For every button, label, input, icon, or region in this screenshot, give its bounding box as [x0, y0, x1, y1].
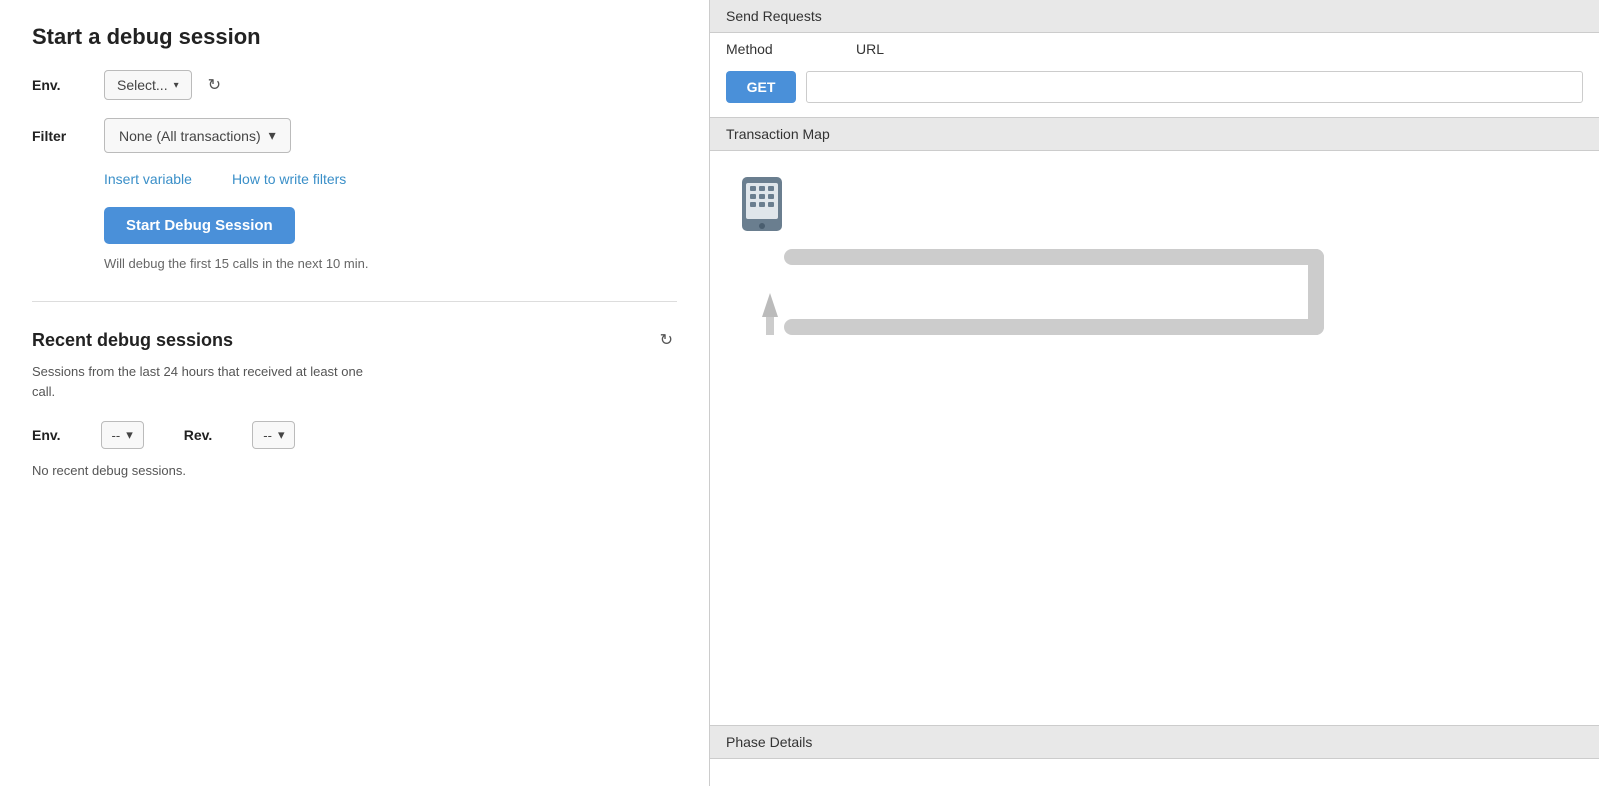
recent-rev-select-label: -- — [263, 428, 272, 443]
how-to-write-filters-link[interactable]: How to write filters — [232, 171, 346, 187]
env-select-label: Select... — [117, 77, 168, 93]
links-row: Insert variable How to write filters — [104, 171, 677, 187]
recent-env-select-button[interactable]: -- ▾ — [101, 421, 144, 449]
filter-select-button[interactable]: None (All transactions) ▾ — [104, 118, 291, 153]
arrow-container — [740, 231, 1340, 351]
recent-debug-section: Recent debug sessions ↻ Sessions from th… — [32, 326, 677, 478]
phone-icon-container — [740, 175, 784, 233]
insert-variable-link[interactable]: Insert variable — [104, 171, 192, 187]
recent-env-caret-icon: ▾ — [126, 427, 133, 443]
recent-rev-label: Rev. — [184, 427, 213, 443]
env-row: Env. Select... ▾ ↻ — [32, 70, 677, 100]
env-caret-icon: ▾ — [174, 80, 179, 91]
phone-icon — [740, 175, 784, 233]
no-sessions-text: No recent debug sessions. — [32, 463, 677, 478]
right-panel: Send Requests Method URL GET Transaction… — [710, 0, 1599, 786]
url-input[interactable] — [806, 71, 1583, 103]
transaction-map-header: Transaction Map — [710, 118, 1599, 151]
filter-row: Filter None (All transactions) ▾ — [32, 118, 677, 153]
url-column-header: URL — [856, 41, 884, 63]
method-column-header: Method — [726, 41, 846, 63]
recent-description: Sessions from the last 24 hours that rec… — [32, 362, 677, 401]
phase-details-header: Phase Details — [710, 726, 1599, 759]
send-requests-header: Send Requests — [710, 0, 1599, 33]
filter-select-label: None (All transactions) — [119, 128, 261, 144]
env-select-button[interactable]: Select... ▾ — [104, 70, 192, 100]
refresh-icon: ↻ — [208, 77, 221, 94]
recent-env-label: Env. — [32, 427, 61, 443]
recent-env-select-label: -- — [112, 428, 121, 443]
recent-refresh-icon: ↻ — [660, 332, 673, 349]
recent-debug-title: Recent debug sessions — [32, 330, 233, 351]
recent-rev-select-button[interactable]: -- ▾ — [252, 421, 295, 449]
debug-hint: Will debug the first 15 calls in the nex… — [104, 256, 677, 271]
filter-label: Filter — [32, 128, 92, 144]
column-headers-row: Method URL — [710, 33, 1599, 65]
start-debug-section: Start a debug session Env. Select... ▾ ↻… — [32, 24, 677, 271]
recent-filter-row: Env. -- ▾ Rev. -- ▾ — [32, 421, 677, 449]
start-debug-button[interactable]: Start Debug Session — [104, 207, 295, 244]
send-requests-section: Send Requests Method URL GET — [710, 0, 1599, 118]
phase-details-section: Phase Details — [710, 726, 1599, 786]
recent-refresh-button[interactable]: ↻ — [656, 326, 677, 354]
get-button[interactable]: GET — [726, 71, 796, 103]
left-panel: Start a debug session Env. Select... ▾ ↻… — [0, 0, 710, 786]
recent-rev-caret-icon: ▾ — [278, 427, 285, 443]
section-divider — [32, 301, 677, 302]
transaction-arrow-svg — [740, 231, 1340, 351]
phone-svg — [740, 175, 784, 233]
env-refresh-button[interactable]: ↻ — [204, 71, 225, 99]
start-debug-title: Start a debug session — [32, 24, 677, 50]
recent-header: Recent debug sessions ↻ — [32, 326, 677, 354]
filter-caret-icon: ▾ — [269, 127, 276, 144]
env-label: Env. — [32, 77, 92, 93]
transaction-map-section: Transaction Map — [710, 118, 1599, 726]
method-url-row: GET — [710, 65, 1599, 117]
transaction-map-content — [710, 151, 1599, 725]
